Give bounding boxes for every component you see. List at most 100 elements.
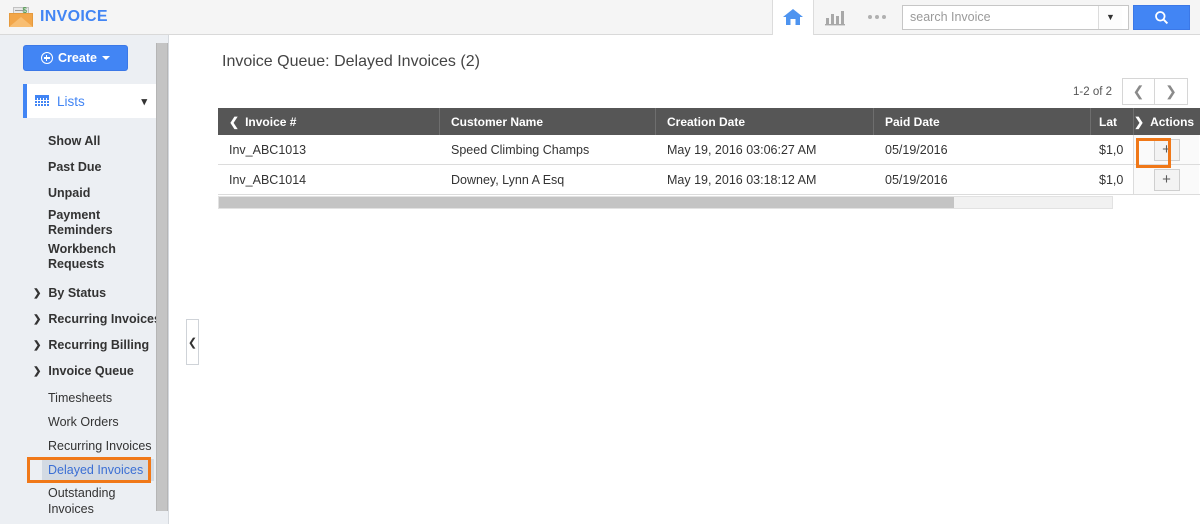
chevron-down-icon: ▼ [1106,12,1115,22]
search-icon [1155,10,1169,24]
envelope-money-icon [9,6,33,27]
sidebar-group-label: Invoice Queue [48,364,134,378]
sidebar-item-recurring-invoices[interactable]: Recurring Invoices [0,434,168,458]
row-add-button[interactable]: + [1153,168,1180,191]
circle-plus-icon [41,52,54,64]
pagination-prev-button[interactable]: ❮ [1122,78,1155,105]
sidebar-item-label: Timesheets [48,390,113,405]
cell-actions: + [1133,165,1199,194]
chevron-down-icon: ▾ [141,95,147,108]
chevron-right-icon[interactable]: ❯ [1134,115,1144,129]
sidebar-item-workbench-requests[interactable]: Workbench Requests [0,240,116,276]
sidebar-item-delayed-invoices[interactable]: Delayed Invoices [42,459,154,481]
sidebar-item-payment-reminders[interactable]: Payment Reminders [0,206,113,240]
sidebar-group-by-status[interactable]: ❯ By Status [0,280,168,306]
sidebar-group-label: By Status [48,286,107,300]
sidebar-item-show-all[interactable]: Show All [0,128,168,154]
bar-chart-icon [825,10,845,25]
column-header-label: Actions [1150,114,1195,129]
sidebar-group-recurring-billing[interactable]: ❯ Recurring Billing [0,332,168,358]
cell-creation-date: May 19, 2016 03:18:12 AM [667,172,817,187]
chevron-right-icon: ❯ [1165,83,1177,99]
brand-logo[interactable]: INVOICE [0,0,108,35]
cell-late: $1,0 [1099,142,1124,157]
cell-paid-date: 05/19/2016 [885,142,948,157]
plus-icon: + [1162,171,1171,188]
column-header-label: Customer Name [451,114,544,129]
table-horizontal-scrollbar-thumb[interactable] [219,197,954,208]
sidebar-group-label: Recurring Billing [48,338,150,352]
cell-actions: + [1133,135,1199,164]
sidebar-item-past-due[interactable]: Past Due [0,154,168,180]
column-header-label: Invoice # [245,114,297,129]
cell-customer: Speed Climbing Champs [451,142,590,157]
plus-icon: + [1162,141,1171,158]
sidebar-section-lists[interactable]: Lists ▾ [23,84,157,118]
chevron-left-icon[interactable]: ❮ [229,115,239,129]
ellipsis-icon [868,15,886,19]
search-area: ▼ [902,4,1190,30]
home-button[interactable] [772,0,814,35]
create-button[interactable]: Create [23,45,128,71]
sidebar-item-label: Past Due [48,159,102,174]
sidebar-item-label: Work Orders [48,414,119,429]
row-add-button[interactable]: + [1153,138,1180,161]
sidebar-group-recurring-invoices[interactable]: ❯ Recurring Invoices [0,306,168,332]
cell-paid-date: 05/19/2016 [885,172,948,187]
search-input[interactable] [903,6,1098,28]
table-row[interactable]: Inv_ABC1014 Downey, Lynn A Esq May 19, 2… [218,165,1200,195]
search-box[interactable]: ▼ [902,4,1129,30]
sidebar-item-outstanding-invoices[interactable]: Outstanding Invoices [0,481,115,517]
home-icon [783,9,803,25]
brand-name: INVOICE [40,8,108,25]
column-header-label: Paid Date [885,114,940,129]
column-header-creation-date[interactable]: Creation Date [656,108,874,135]
pagination-next-button[interactable]: ❯ [1155,78,1188,105]
chevron-right-icon: ❯ [33,287,42,299]
sidebar: Create Lists ▾ Show All Past Due Unpaid … [0,35,169,524]
column-header-late[interactable]: Lat [1091,108,1133,135]
sidebar-item-label: Outstanding Invoices [48,486,116,516]
column-header-label: Creation Date [667,114,746,129]
sidebar-item-label: Workbench Requests [48,242,116,271]
reports-button[interactable] [814,0,856,35]
chevron-right-icon: ❯ [33,339,42,351]
column-header-paid-date[interactable]: Paid Date [874,108,1091,135]
table-horizontal-scrollbar[interactable] [218,196,1113,209]
pagination: 1-2 of 2 ❮ ❯ [1073,78,1188,105]
sidebar-groups: ❯ By Status ❯ Recurring Invoices ❯ Recur… [0,280,168,384]
search-button[interactable] [1133,4,1190,30]
column-header-actions[interactable]: ❯ Actions [1133,108,1199,135]
sidebar-group-invoice-queue[interactable]: ❯ Invoice Queue [0,358,168,384]
cell-invoice: Inv_ABC1014 [229,172,307,187]
cell-invoice: Inv_ABC1013 [229,142,307,157]
sidebar-item-label: Payment Reminders [48,208,113,237]
sidebar-item-timesheets[interactable]: Timesheets [0,386,168,410]
caret-down-icon [101,56,110,60]
cell-late: $1,0 [1099,172,1124,187]
create-button-label: Create [58,51,97,65]
cell-creation-date: May 19, 2016 03:06:27 AM [667,142,817,157]
sidebar-item-label: Recurring Invoices [48,438,152,453]
sidebar-item-unpaid[interactable]: Unpaid [0,180,168,206]
search-scope-dropdown[interactable]: ▼ [1098,5,1122,29]
column-header-customer-name[interactable]: Customer Name [440,108,656,135]
sidebar-collapse-handle[interactable]: ❮ [186,319,199,365]
table-row[interactable]: Inv_ABC1013 Speed Climbing Champs May 19… [218,135,1200,165]
sidebar-item-label: Show All [48,133,101,148]
grid-icon [35,95,49,107]
sidebar-queue-items: Timesheets Work Orders Recurring Invoice… [0,386,168,517]
page-title: Invoice Queue: Delayed Invoices (2) [222,53,480,70]
top-header-bar: INVOICE ▼ [0,0,1200,35]
main-content: Invoice Queue: Delayed Invoices (2) 1-2 … [170,35,1200,524]
sidebar-item-work-orders[interactable]: Work Orders [0,410,168,434]
sidebar-vertical-scrollbar[interactable] [156,43,168,511]
sidebar-group-label: Recurring Invoices [48,312,161,326]
column-header-invoice[interactable]: ❮ Invoice # [218,108,440,135]
sidebar-links: Show All Past Due Unpaid Payment Reminde… [0,128,168,276]
sidebar-item-label: Unpaid [48,185,91,200]
chevron-left-icon: ❮ [1132,83,1145,99]
cell-customer: Downey, Lynn A Esq [451,172,565,187]
more-options-button[interactable] [856,0,898,35]
table-header-row: ❮ Invoice # Customer Name Creation Date … [218,108,1200,135]
